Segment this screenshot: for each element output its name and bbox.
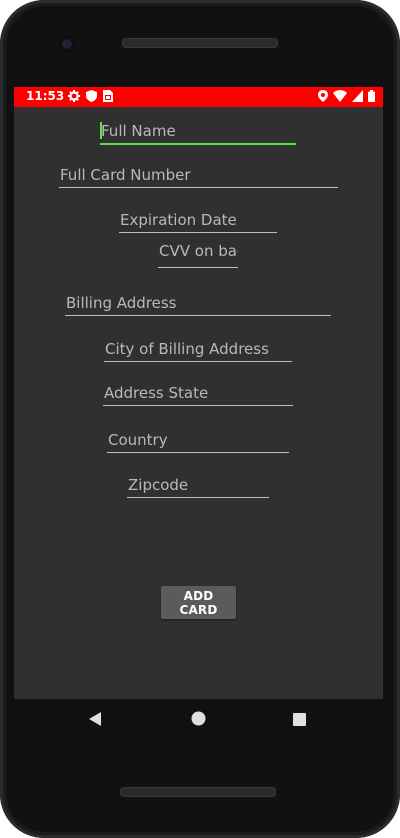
battery-icon <box>368 90 375 105</box>
wifi-icon <box>333 90 347 105</box>
phone-frame: 11:53 Full Name Full Card Number Expirat… <box>0 0 400 838</box>
zipcode-placeholder: Zipcode <box>128 476 189 494</box>
location-icon <box>318 90 328 105</box>
status-time: 11:53 <box>26 89 65 103</box>
cvv-placeholder: CVV on bac <box>159 245 238 260</box>
system-nav-bar <box>14 699 383 741</box>
country-placeholder: Country <box>108 431 168 449</box>
full-name-placeholder: Full Name <box>101 122 176 140</box>
expiration-date-placeholder: Expiration Date <box>120 211 237 229</box>
billing-address-placeholder: Billing Address <box>66 294 177 312</box>
full-name-field[interactable]: Full Name <box>100 121 296 145</box>
shield-icon <box>86 90 97 105</box>
status-bar: 11:53 <box>14 87 383 107</box>
billing-city-placeholder: City of Billing Address <box>105 340 269 358</box>
earpiece-speaker <box>122 38 278 48</box>
signal-icon <box>352 90 363 105</box>
text-cursor <box>100 122 102 139</box>
billing-city-field[interactable]: City of Billing Address <box>104 339 292 362</box>
sim-card-icon <box>103 90 113 105</box>
recents-icon[interactable] <box>293 711 306 730</box>
expiration-date-field[interactable]: Expiration Date <box>119 210 277 233</box>
address-state-field[interactable]: Address State <box>103 383 293 406</box>
app-screen: 11:53 Full Name Full Card Number Expirat… <box>14 87 383 699</box>
gear-icon <box>68 90 80 105</box>
card-number-field[interactable]: Full Card Number <box>59 165 338 188</box>
back-icon[interactable] <box>88 711 102 731</box>
card-number-placeholder: Full Card Number <box>60 166 191 184</box>
add-card-button[interactable]: ADD CARD <box>161 586 236 619</box>
address-state-placeholder: Address State <box>104 384 209 402</box>
country-field[interactable]: Country <box>107 430 289 453</box>
zipcode-field[interactable]: Zipcode <box>127 475 269 498</box>
cvv-field[interactable]: CVV on bac <box>158 245 238 268</box>
front-camera <box>59 36 75 52</box>
billing-address-field[interactable]: Billing Address <box>65 293 331 316</box>
bottom-speaker <box>120 787 276 797</box>
home-icon[interactable] <box>191 711 206 730</box>
